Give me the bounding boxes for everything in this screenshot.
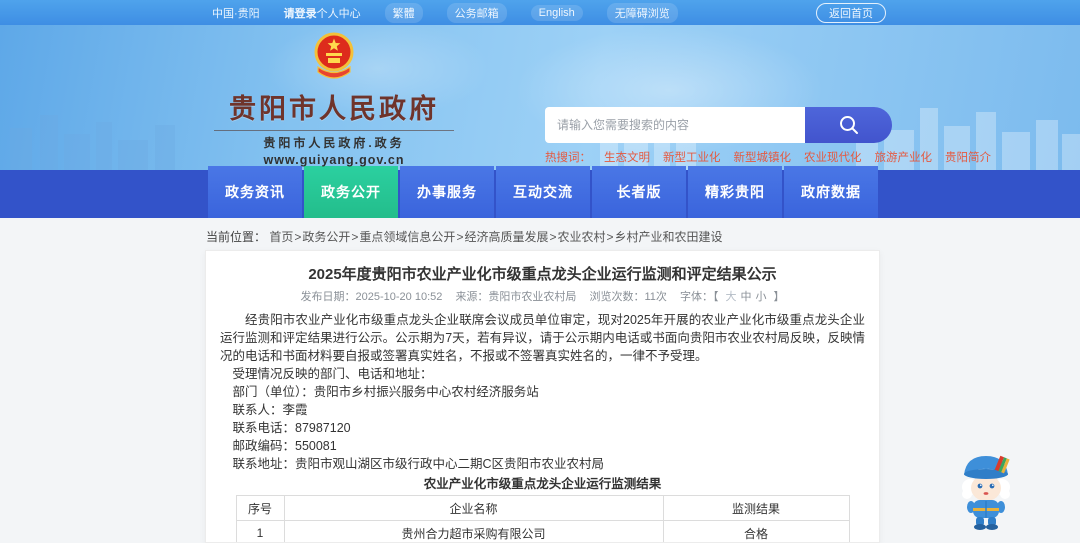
- row-index: 1: [235, 520, 285, 542]
- search-button[interactable]: [805, 107, 892, 143]
- article-title: 2025年度贵阳市农业产业化市级重点龙头企业运行监测和评定结果公示: [308, 266, 777, 283]
- intro-paragraph: 经贵阳市农业产业化市级重点龙头企业联席会议成员单位审定，现对2025年开展的农业…: [220, 313, 865, 363]
- hot-search-row: 热搜词： 生态文明 新型工业化 新型城镇化 农业现代化 旅游产业化 贵阳简介: [545, 149, 991, 165]
- breadcrumb-separator: >: [456, 230, 464, 244]
- col-header-index: 序号: [235, 495, 285, 521]
- contact-person: 联系人：李霞: [232, 403, 308, 417]
- nav-tab-highlights[interactable]: 精彩贵阳: [688, 166, 782, 218]
- nav-tab-data[interactable]: 政府数据: [784, 166, 878, 218]
- hot-word-2[interactable]: 新型工业化: [663, 149, 721, 165]
- breadcrumb-separator: >: [549, 230, 557, 244]
- monitor-result-table: 序号 企业名称 监测结果 1 贵州合力超市采购有限公司 合格 2 贵州友禾种业有…: [235, 495, 850, 542]
- login-profile-links: 请登录个人中心: [284, 5, 361, 21]
- site-domain: 贵阳市人民政府.政务: [263, 136, 405, 150]
- breadcrumb-home[interactable]: 首页: [269, 230, 293, 244]
- profile-link[interactable]: 个人中心: [317, 8, 361, 20]
- site-logo[interactable]: 贵阳市人民政府 贵阳市人民政府.政务 www.guiyang.gov.cn: [212, 31, 456, 167]
- font-size-large[interactable]: 大: [725, 291, 736, 303]
- site-header-banner: 贵阳市人民政府 贵阳市人民政府.政务 www.guiyang.gov.cn 热搜…: [0, 25, 1080, 170]
- site-name: 贵阳市人民政府: [229, 94, 439, 124]
- breadcrumb-economy[interactable]: 经济高质量发展: [464, 230, 548, 244]
- publish-date: 发布日期：2025-10-20 10:52: [300, 291, 443, 303]
- site-url: www.guiyang.gov.cn: [263, 153, 405, 167]
- nav-tab-elderly[interactable]: 长者版: [592, 166, 686, 218]
- official-mail-link[interactable]: 公务邮箱: [446, 2, 507, 23]
- article-panel: 2025年度贵阳市农业产业化市级重点龙头企业运行监测和评定结果公示 发布日期：2…: [205, 250, 880, 543]
- nav-tab-disclosure[interactable]: 政务公开: [304, 166, 398, 218]
- logo-divider: [214, 130, 454, 131]
- hot-word-5[interactable]: 旅游产业化: [875, 149, 933, 165]
- login-link[interactable]: 请登录: [284, 8, 317, 20]
- breadcrumb-disclosure[interactable]: 政务公开: [302, 230, 350, 244]
- table-header-row: 序号 企业名称 监测结果: [235, 495, 850, 521]
- national-emblem-icon: [314, 32, 354, 79]
- contact-phone: 联系电话：87987120: [232, 421, 351, 435]
- english-link[interactable]: English: [530, 4, 583, 21]
- table-row: 1 贵州合力超市采购有限公司 合格: [235, 520, 850, 542]
- font-size-medium[interactable]: 中: [740, 291, 751, 303]
- nav-tab-news[interactable]: 政务资讯: [208, 166, 302, 218]
- site-search: [545, 107, 892, 143]
- hot-word-6[interactable]: 贵阳简介: [945, 149, 991, 165]
- article-source: 来源：贵阳市农业农村局: [455, 291, 577, 303]
- accessibility-link[interactable]: 无障碍浏览: [606, 2, 678, 23]
- col-header-result: 监测结果: [662, 495, 850, 521]
- mascot-figure[interactable]: [954, 448, 1018, 532]
- font-size-label-close: 】: [773, 291, 785, 303]
- traditional-chinese-link[interactable]: 繁體: [384, 2, 423, 23]
- hot-word-1[interactable]: 生态文明: [604, 149, 650, 165]
- nav-tabs: 政务资讯 政务公开 办事服务 互动交流 长者版 精彩贵阳 政府数据: [208, 166, 878, 218]
- contact-heading: 受理情况反映的部门、电话和地址：: [232, 367, 433, 381]
- breadcrumb-separator: >: [294, 230, 302, 244]
- breadcrumb-separator: >: [351, 230, 359, 244]
- hot-search-label: 热搜词：: [545, 152, 591, 164]
- breadcrumb-label: 当前位置：: [206, 230, 267, 244]
- region-link[interactable]: 中国·贵阳: [212, 5, 260, 21]
- font-size-small[interactable]: 小: [755, 291, 766, 303]
- col-header-company: 企业名称: [283, 495, 664, 521]
- monitor-result: 合格: [662, 520, 850, 542]
- breadcrumb-separator: >: [606, 230, 614, 244]
- hot-word-3[interactable]: 新型城镇化: [734, 149, 792, 165]
- monitor-table-caption: 农业产业化市级重点龙头企业运行监测结果: [423, 477, 662, 491]
- font-size-label: 字体：【: [679, 291, 719, 303]
- back-home-button[interactable]: 返回首页: [816, 2, 886, 23]
- search-icon: [839, 116, 858, 134]
- article-meta: 发布日期：2025-10-20 10:52 来源：贵阳市农业农村局 浏览次数：1…: [220, 291, 865, 304]
- contact-department: 部门（单位）：贵阳市乡村振兴服务中心农村经济服务站: [232, 385, 539, 399]
- primary-nav: 政务资讯 政务公开 办事服务 互动交流 长者版 精彩贵阳 政府数据: [0, 166, 1080, 218]
- nav-tab-services[interactable]: 办事服务: [400, 166, 494, 218]
- breadcrumb-key-areas[interactable]: 重点领域信息公开: [359, 230, 455, 244]
- article-body: 经贵阳市农业产业化市级重点龙头企业联席会议成员单位审定，现对2025年开展的农业…: [220, 311, 865, 473]
- breadcrumb-rural-industry[interactable]: 乡村产业和农田建设: [615, 230, 723, 244]
- breadcrumb: 当前位置： 首页>政务公开>重点领域信息公开>经济高质量发展>农业农村>乡村产业…: [0, 218, 1080, 245]
- company-name: 贵州合力超市采购有限公司: [283, 520, 664, 542]
- contact-address: 联系地址：贵阳市观山湖区市级行政中心二期C区贵阳市农业农村局: [232, 457, 605, 471]
- hot-word-4[interactable]: 农业现代化: [804, 149, 862, 165]
- contact-postcode: 邮政编码：550081: [232, 439, 337, 453]
- breadcrumb-agriculture[interactable]: 农业农村: [557, 230, 605, 244]
- nav-tab-interaction[interactable]: 互动交流: [496, 166, 590, 218]
- view-count: 浏览次数：11次: [589, 291, 667, 303]
- top-utility-bar: 中国·贵阳 请登录个人中心 繁體 公务邮箱 English 无障碍浏览 返回首页: [0, 0, 1080, 25]
- search-input[interactable]: [545, 107, 805, 143]
